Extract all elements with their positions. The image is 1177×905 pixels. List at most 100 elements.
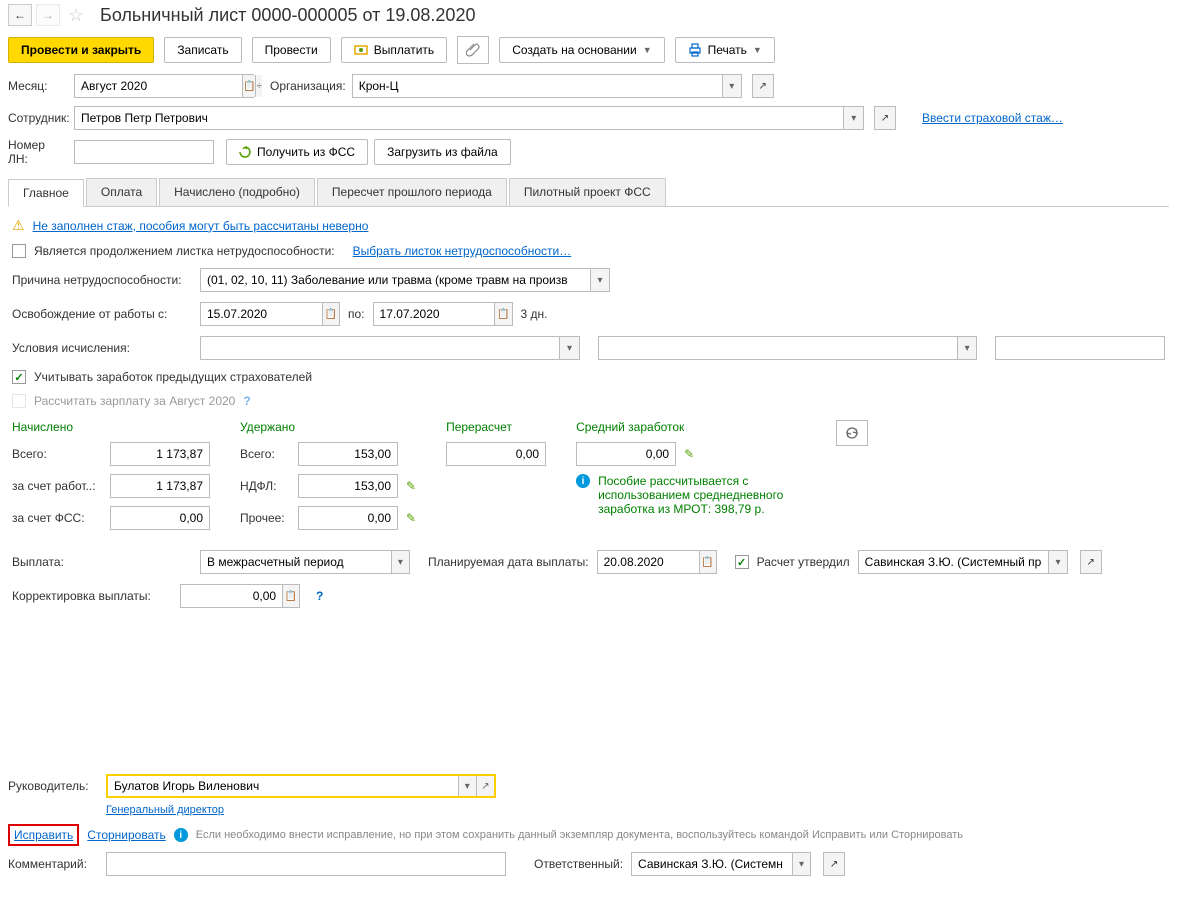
conditions-dropdown-1[interactable]: ▾ <box>559 337 578 359</box>
responsible-dropdown[interactable]: ▾ <box>792 853 810 875</box>
accrued-head: Начислено <box>12 420 210 434</box>
conditions-dropdown-2[interactable]: ▾ <box>957 337 976 359</box>
reason-dropdown-button[interactable]: ▾ <box>590 269 609 291</box>
accrued-total-input[interactable] <box>110 442 210 466</box>
approved-by-input[interactable] <box>859 551 1049 573</box>
date-to-label: по: <box>348 307 365 321</box>
month-stepper[interactable]: ÷ <box>255 75 262 97</box>
post-button[interactable]: Провести <box>252 37 331 63</box>
employee-input[interactable] <box>75 107 843 129</box>
recalc-head: Перерасчет <box>446 420 546 434</box>
conditions-input-3[interactable] <box>996 337 1164 359</box>
pay-button[interactable]: Выплатить <box>341 37 448 63</box>
responsible-open-button[interactable]: ↗ <box>823 852 845 876</box>
conditions-input-2[interactable] <box>599 337 958 359</box>
continuation-checkbox[interactable] <box>12 244 26 258</box>
org-dropdown-button[interactable]: ▾ <box>722 75 741 97</box>
manager-dropdown[interactable]: ▾ <box>458 776 476 796</box>
edit-other-icon[interactable]: ✎ <box>406 511 416 525</box>
conditions-input-1[interactable] <box>201 337 560 359</box>
payout-dropdown[interactable]: ▾ <box>391 551 409 573</box>
post-and-close-button[interactable]: Провести и закрыть <box>8 37 154 63</box>
ln-label: Номер ЛН: <box>8 138 68 166</box>
accrued-fss-input[interactable] <box>110 506 210 530</box>
get-fss-button[interactable]: Получить из ФСС <box>226 139 368 165</box>
page-title: Больничный лист 0000-000005 от 19.08.202… <box>100 5 475 26</box>
plan-date-calendar[interactable]: 📋 <box>699 551 716 573</box>
org-input[interactable] <box>353 75 722 97</box>
refresh-icon <box>845 426 859 440</box>
org-open-button[interactable]: ↗ <box>752 74 774 98</box>
create-based-button[interactable]: Создать на основании ▼ <box>499 37 664 63</box>
employee-open-button[interactable]: ↗ <box>874 106 896 130</box>
calc-salary-checkbox <box>12 394 26 408</box>
help-icon[interactable]: ? <box>243 394 250 408</box>
date-from-input[interactable] <box>201 303 322 325</box>
employee-dropdown-button[interactable]: ▾ <box>843 107 863 129</box>
withheld-ndfl-input[interactable] <box>298 474 398 498</box>
chevron-down-icon: ▼ <box>753 45 762 55</box>
nav-back-button[interactable]: ← <box>8 4 32 26</box>
month-calendar-button[interactable]: 📋 <box>242 75 255 97</box>
insurance-link[interactable]: Ввести страховой стаж… <box>922 111 1063 125</box>
edit-avg-icon[interactable]: ✎ <box>684 447 694 461</box>
correction-help[interactable]: ? <box>316 589 323 603</box>
reason-input[interactable] <box>201 269 590 291</box>
tab-payment[interactable]: Оплата <box>86 178 157 206</box>
tab-accrued[interactable]: Начислено (подробно) <box>159 178 315 206</box>
approved-checkbox[interactable] <box>735 555 749 569</box>
responsible-input[interactable] <box>632 853 792 875</box>
approved-dropdown[interactable]: ▾ <box>1048 551 1066 573</box>
select-sheet-link[interactable]: Выбрать листок нетрудоспособности… <box>353 244 572 258</box>
favorite-star-icon[interactable]: ☆ <box>68 5 88 25</box>
accrued-employer-input[interactable] <box>110 474 210 498</box>
print-button[interactable]: Печать ▼ <box>675 37 775 63</box>
correction-calc-button[interactable]: 📋 <box>282 585 299 607</box>
refresh-icon <box>239 146 251 158</box>
edit-ndfl-icon[interactable]: ✎ <box>406 479 416 493</box>
tab-main[interactable]: Главное <box>8 179 84 207</box>
consider-prev-checkbox[interactable] <box>12 370 26 384</box>
tab-recalc[interactable]: Пересчет прошлого периода <box>317 178 507 206</box>
month-label: Месяц: <box>8 79 68 93</box>
paperclip-icon <box>466 43 480 57</box>
comment-input[interactable] <box>107 853 505 875</box>
calc-salary-label: Рассчитать зарплату за Август 2020 <box>34 394 235 408</box>
correction-input[interactable] <box>181 585 282 607</box>
info-text: Пособие рассчитывается с использованием … <box>598 474 798 516</box>
recalc-input[interactable] <box>446 442 546 466</box>
chevron-down-icon: ▼ <box>643 45 652 55</box>
manager-input[interactable] <box>108 776 458 796</box>
date-to-input[interactable] <box>374 303 495 325</box>
refresh-totals-button[interactable] <box>836 420 868 446</box>
plan-date-input[interactable] <box>598 551 699 573</box>
withheld-head: Удержано <box>240 420 416 434</box>
reason-label: Причина нетрудоспособности: <box>12 273 192 287</box>
month-input[interactable] <box>75 75 242 97</box>
days-text: 3 дн. <box>521 307 548 321</box>
employee-label: Сотрудник: <box>8 111 68 125</box>
avg-input[interactable] <box>576 442 676 466</box>
manager-position-link[interactable]: Генеральный директор <box>106 804 1169 816</box>
tab-pilot[interactable]: Пилотный проект ФСС <box>509 178 666 206</box>
attach-button[interactable] <box>457 36 489 64</box>
date-to-calendar[interactable]: 📋 <box>494 303 511 325</box>
warning-link[interactable]: Не заполнен стаж, пособия могут быть рас… <box>33 219 369 233</box>
ln-input[interactable] <box>75 141 213 163</box>
load-file-button[interactable]: Загрузить из файла <box>374 139 511 165</box>
manager-open[interactable]: ↗ <box>476 776 494 796</box>
plan-date-label: Планируемая дата выплаты: <box>428 555 589 569</box>
payout-label: Выплата: <box>12 555 192 569</box>
printer-icon <box>688 43 702 57</box>
approved-open-button[interactable]: ↗ <box>1080 550 1102 574</box>
storno-link[interactable]: Сторнировать <box>87 828 165 842</box>
withheld-other-input[interactable] <box>298 506 398 530</box>
nav-forward-button[interactable]: → <box>36 4 60 26</box>
save-button[interactable]: Записать <box>164 37 241 63</box>
withheld-total-input[interactable] <box>298 442 398 466</box>
footer-note: Если необходимо внести исправление, но п… <box>196 829 963 841</box>
fix-link[interactable]: Исправить <box>14 828 73 842</box>
ndfl-label: НДФЛ: <box>240 479 290 493</box>
date-from-calendar[interactable]: 📋 <box>322 303 339 325</box>
payout-input[interactable] <box>201 551 391 573</box>
